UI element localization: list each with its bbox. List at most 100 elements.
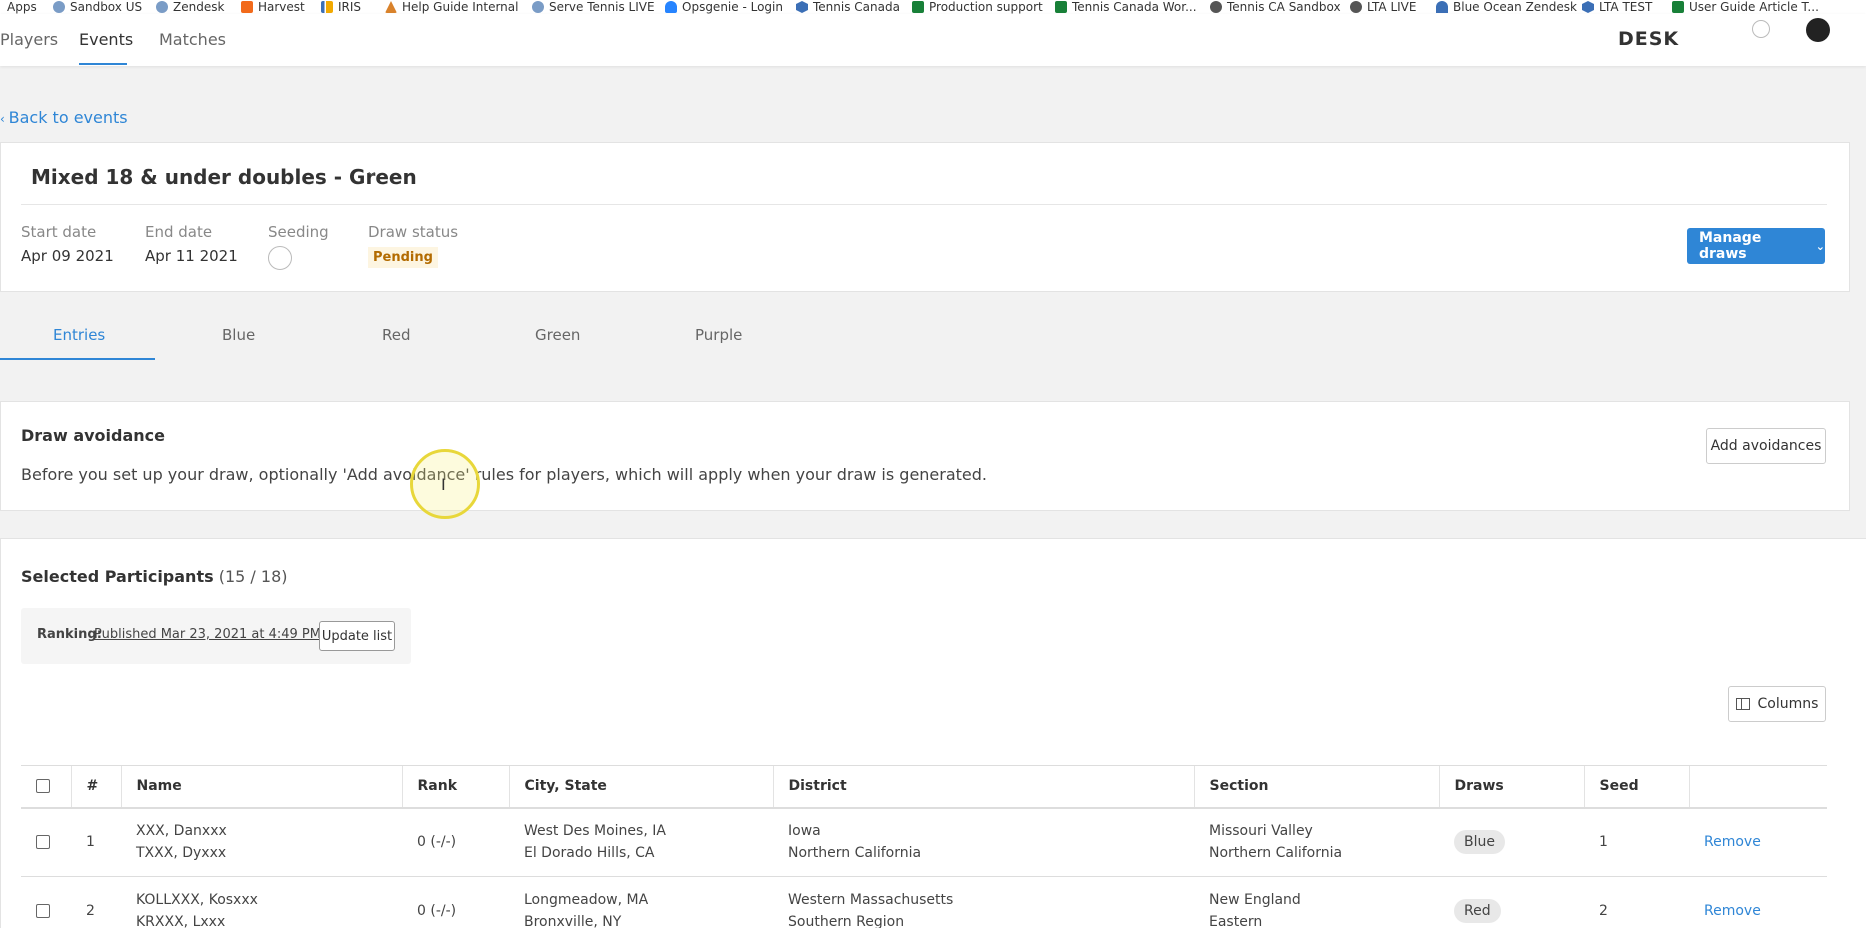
bookmark-blue-ocean-zendesk[interactable]: Blue Ocean Zendesk xyxy=(1436,0,1577,14)
column-header-number[interactable]: # xyxy=(70,765,121,809)
tab-red[interactable]: Red xyxy=(382,326,411,344)
column-header-rank[interactable]: Rank xyxy=(401,765,509,809)
nav-tab-matches[interactable]: Matches xyxy=(159,30,226,49)
tab-purple[interactable]: Purple xyxy=(695,326,742,344)
selected-participants-card: Selected Participants (15 / 18) Ranking:… xyxy=(0,538,1866,928)
row-districts: Western Massachusetts Southern Region xyxy=(773,876,1194,928)
select-all-cell xyxy=(21,765,71,809)
participants-heading: Selected Participants (15 / 18) xyxy=(21,567,287,586)
bookmark-help-guide-internal[interactable]: Help Guide Internal xyxy=(385,0,518,14)
user-avatar[interactable] xyxy=(1806,18,1830,42)
column-header-seed[interactable]: Seed xyxy=(1583,765,1689,809)
columns-button[interactable]: Columns xyxy=(1728,686,1826,722)
globe-icon xyxy=(53,1,65,13)
ranking-published-link[interactable]: Published Mar 23, 2021 at 4:49 PM xyxy=(94,627,321,642)
event-header-card: Mixed 18 & under doubles - Green ⌄ Start… xyxy=(0,142,1850,292)
tab-entries[interactable]: Entries xyxy=(53,326,105,344)
remove-link[interactable]: Remove xyxy=(1704,834,1761,850)
player-name: XXX, Danxxx xyxy=(136,823,227,840)
column-header-section[interactable]: Section xyxy=(1193,765,1439,809)
bookmarks-bar: Apps Sandbox US Zendesk Harvest IRIS Hel… xyxy=(0,0,1866,14)
select-all-checkbox[interactable] xyxy=(36,779,50,794)
section: New England xyxy=(1209,892,1301,908)
bookmark-zendesk[interactable]: Zendesk xyxy=(156,0,224,14)
column-header-name[interactable]: Name xyxy=(120,765,402,809)
row-rank: 0 (-/-) xyxy=(402,807,509,877)
add-avoidances-button[interactable]: Add avoidances xyxy=(1706,428,1826,464)
manage-draws-button[interactable]: Manage draws ⌄ xyxy=(1687,228,1825,264)
remove-link[interactable]: Remove xyxy=(1704,903,1761,919)
row-select-cell xyxy=(21,807,71,877)
end-date-value: Apr 11 2021 xyxy=(145,247,238,265)
bookmark-opsgenie[interactable]: Opsgenie - Login xyxy=(665,0,783,14)
update-list-button[interactable]: Update list xyxy=(319,621,395,651)
bookmark-label: Tennis Canada Wor... xyxy=(1072,0,1197,14)
globe-icon xyxy=(532,1,544,13)
nav-tab-players[interactable]: Players xyxy=(0,30,58,49)
bookmark-lta-live[interactable]: LTA LIVE xyxy=(1350,0,1416,14)
tab-blue[interactable]: Blue xyxy=(222,326,255,344)
bookmark-harvest[interactable]: Harvest xyxy=(241,0,305,14)
row-draw: Red xyxy=(1439,876,1584,928)
event-title[interactable]: Mixed 18 & under doubles - Green xyxy=(31,165,417,189)
text-cursor-icon: I xyxy=(441,475,446,494)
harvest-icon xyxy=(241,1,253,13)
bookmark-label: Zendesk xyxy=(173,0,225,14)
district: Southern Region xyxy=(788,914,905,928)
player-name: KRXXX, Lxxx xyxy=(136,914,226,928)
row-number: 1 xyxy=(71,807,121,877)
bookmark-sandbox-us[interactable]: Sandbox US xyxy=(53,0,142,14)
bookmark-serve-tennis-live[interactable]: Serve Tennis LIVE xyxy=(532,0,655,14)
city-state: West Des Moines, IA xyxy=(524,823,666,840)
brand-logo: DESK xyxy=(1618,28,1680,50)
divider xyxy=(21,204,1827,205)
bookmark-tennis-canada[interactable]: Tennis Canada xyxy=(796,0,900,14)
bookmark-lta-test[interactable]: LTA TEST xyxy=(1582,0,1652,14)
bar-chart-icon xyxy=(321,1,333,13)
draw-status-badge: Pending xyxy=(368,247,438,268)
table-row: 1 XXX, Danxxx TXXX, Dyxxx 0 (-/-) West De… xyxy=(21,807,1827,877)
cube-icon xyxy=(1582,1,1594,13)
row-checkbox[interactable] xyxy=(36,835,50,850)
draw-badge: Red xyxy=(1454,899,1501,923)
draw-badge: Blue xyxy=(1454,830,1505,855)
column-header-draws[interactable]: Draws xyxy=(1438,765,1584,809)
bookmark-label: Opsgenie - Login xyxy=(682,0,783,14)
top-navigation: Players Events Matches DESK xyxy=(0,14,1866,66)
row-checkbox[interactable] xyxy=(36,904,50,918)
ocean-icon xyxy=(1436,1,1448,13)
bookmark-label: LTA LIVE xyxy=(1367,0,1417,14)
section: Northern California xyxy=(1209,845,1343,862)
start-date-value: Apr 09 2021 xyxy=(21,247,114,265)
globe-icon xyxy=(1350,1,1362,13)
chevron-down-icon[interactable]: ⌄ xyxy=(365,161,378,180)
bookmark-label: Help Guide Internal xyxy=(402,0,519,14)
bookmark-iris[interactable]: IRIS xyxy=(321,0,361,14)
draw-avoidance-title: Draw avoidance xyxy=(21,426,165,445)
tab-green[interactable]: Green xyxy=(535,326,580,344)
bookmark-label: IRIS xyxy=(338,0,362,14)
row-names: KOLLXXX, Kosxxx KRXXX, Lxxx xyxy=(121,876,402,928)
bookmark-tennis-ca-sandbox[interactable]: Tennis CA Sandbox xyxy=(1210,0,1341,14)
back-to-events-link[interactable]: ‹ Back to events xyxy=(0,108,128,127)
row-action-cell: Remove xyxy=(1689,876,1827,928)
start-date-label: Start date xyxy=(21,223,97,241)
sheets-icon xyxy=(1055,1,1067,13)
participants-table: # Name Rank City, State District Section… xyxy=(21,765,1827,928)
help-icon[interactable] xyxy=(1752,20,1770,38)
column-header-district[interactable]: District xyxy=(772,765,1194,809)
draw-status-label: Draw status xyxy=(368,223,459,241)
sheets-icon xyxy=(912,1,924,13)
bookmark-label: Production support xyxy=(929,0,1043,14)
bookmark-apps[interactable]: Apps xyxy=(7,0,37,14)
bookmark-production-support[interactable]: Production support xyxy=(912,0,1043,14)
bookmark-label: Serve Tennis LIVE xyxy=(549,0,655,14)
nav-tab-events[interactable]: Events xyxy=(79,30,133,49)
chevron-down-icon: ⌄ xyxy=(1815,239,1825,253)
bookmark-tennis-canada-wor[interactable]: Tennis Canada Wor... xyxy=(1055,0,1197,14)
mountain-icon xyxy=(385,1,397,13)
bookmark-user-guide-article[interactable]: User Guide Article T... xyxy=(1672,0,1819,14)
draw-avoidance-card: Draw avoidance Before you set up your dr… xyxy=(0,401,1850,511)
column-header-city-state[interactable]: City, State xyxy=(508,765,773,809)
sheets-icon xyxy=(1672,1,1684,13)
